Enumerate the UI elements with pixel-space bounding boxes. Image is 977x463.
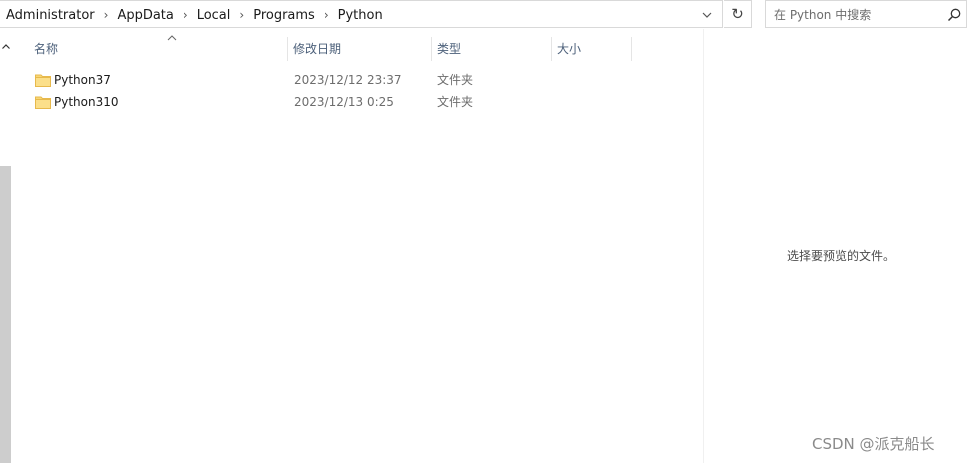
navigation-pane-scrollbar[interactable] [0,29,15,463]
breadcrumb-item-python[interactable]: Python [336,8,385,23]
folder-icon [35,96,51,109]
chevron-up-icon [2,43,10,49]
breadcrumb-separator-icon[interactable]: › [97,9,116,21]
file-modified-date: 2023/12/12 23:37 [294,73,402,87]
preview-placeholder-text: 选择要预览的文件。 [786,249,895,263]
column-header-date[interactable]: 修改日期 [289,37,432,61]
breadcrumb-item-appdata[interactable]: AppData [115,8,175,23]
file-row-python37[interactable]: Python37 2023/12/12 23:37 文件夹 [15,69,703,91]
preview-pane: 选择要预览的文件。 [703,29,977,463]
scroll-up-button[interactable] [0,40,12,52]
file-type: 文件夹 [437,95,474,109]
search-input[interactable] [774,7,942,23]
breadcrumb-separator-icon[interactable]: › [232,9,251,21]
column-header-type[interactable]: 类型 [433,37,552,61]
refresh-button[interactable]: ↻ [724,0,752,28]
breadcrumb-separator-icon[interactable]: › [317,9,336,21]
column-header-name[interactable]: 名称 [30,35,288,61]
file-type: 文件夹 [437,73,474,87]
folder-icon [35,74,51,87]
column-header-type-label: 类型 [437,42,462,56]
search-box[interactable] [765,0,967,28]
scrollbar-thumb[interactable] [0,166,11,463]
sort-up-icon [167,35,177,41]
chevron-down-icon [702,12,712,18]
list-header: 名称 修改日期 类型 大小 [15,35,703,61]
column-header-size-label: 大小 [557,42,582,56]
file-list: 名称 修改日期 类型 大小 Python37 2023/12/12 23:37 [15,29,703,463]
file-name: Python310 [54,95,119,109]
address-bar[interactable]: Administrator › AppData › Local › Progra… [0,0,723,28]
breadcrumb-item-administrator[interactable]: Administrator [4,8,97,23]
address-history-dropdown[interactable] [698,7,716,23]
file-row-python310[interactable]: Python310 2023/12/13 0:25 文件夹 [15,91,703,113]
breadcrumb-item-programs[interactable]: Programs [251,8,317,23]
breadcrumb-separator-icon[interactable]: › [176,9,195,21]
refresh-icon: ↻ [731,5,744,23]
breadcrumb-item-local[interactable]: Local [195,8,233,23]
column-header-name-label: 名称 [34,42,59,56]
watermark: CSDN @派克船长 [812,435,935,453]
search-icon[interactable] [946,7,962,23]
column-header-date-label: 修改日期 [293,42,342,56]
file-modified-date: 2023/12/13 0:25 [294,95,394,109]
column-header-size[interactable]: 大小 [553,37,632,61]
file-explorer-window: Administrator › AppData › Local › Progra… [0,0,977,463]
file-name: Python37 [54,73,111,87]
breadcrumb: Administrator › AppData › Local › Progra… [4,1,385,29]
